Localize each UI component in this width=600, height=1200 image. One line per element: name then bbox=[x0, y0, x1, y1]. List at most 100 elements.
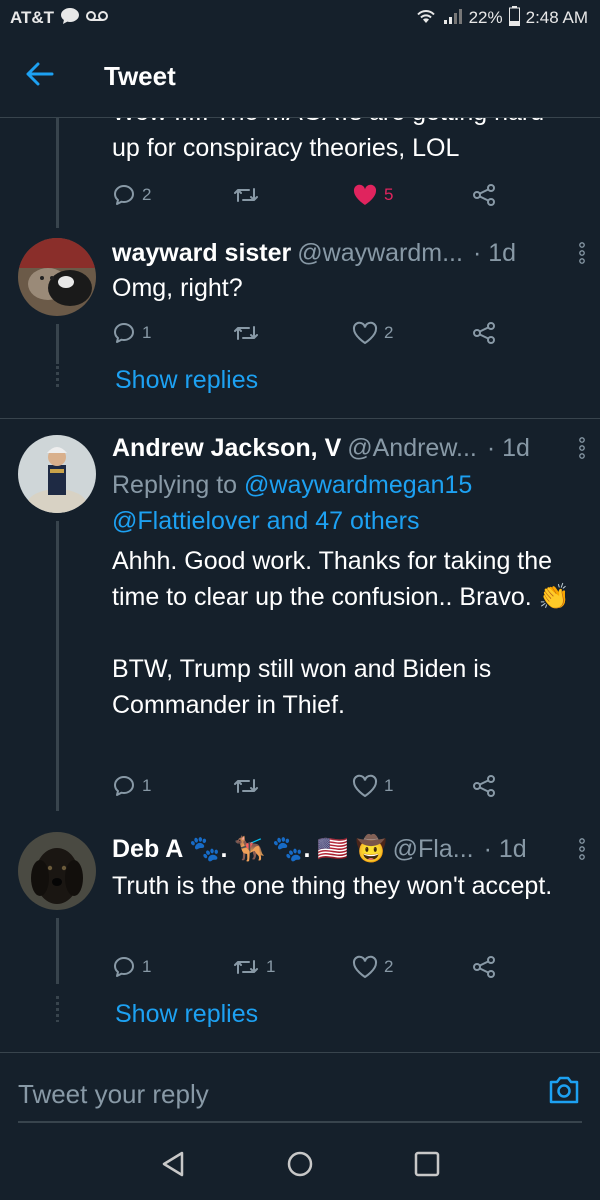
reply-button[interactable]: 1 bbox=[112, 321, 232, 345]
show-replies-link[interactable]: Show replies bbox=[115, 366, 258, 395]
like-count: 2 bbox=[384, 957, 394, 976]
share-icon bbox=[472, 183, 496, 207]
battery-percent: 22% bbox=[468, 8, 503, 27]
reply-icon bbox=[112, 774, 136, 798]
nav-recents-icon[interactable] bbox=[414, 1151, 440, 1182]
reply-input-underline bbox=[18, 1121, 582, 1123]
nav-back-icon[interactable] bbox=[160, 1150, 186, 1183]
retweet-button[interactable] bbox=[232, 774, 352, 798]
timestamp[interactable]: · 1d bbox=[473, 239, 516, 268]
tweet-header: Andrew Jackson, V @Andrew... · 1d bbox=[112, 431, 586, 465]
tweet-actions: 1 2 bbox=[112, 318, 512, 348]
tweet-reply[interactable]: wayward sister @waywardm... · 1d Omg, ri… bbox=[0, 228, 600, 418]
clock: 2:48 AM bbox=[525, 8, 588, 27]
share-button[interactable] bbox=[472, 183, 512, 207]
clipped-tweet[interactable]: Wow ..... The MAGATs are getting hard up… bbox=[0, 118, 600, 228]
retweet-button[interactable]: 1 bbox=[232, 955, 352, 979]
retweet-icon bbox=[232, 183, 260, 207]
back-arrow-icon bbox=[26, 62, 54, 91]
avatar[interactable] bbox=[18, 832, 96, 910]
retweet-icon bbox=[232, 321, 260, 345]
thread-line bbox=[56, 918, 59, 984]
share-icon bbox=[472, 321, 496, 345]
show-replies-link[interactable]: Show replies bbox=[115, 1000, 258, 1029]
tweet-header: wayward sister @waywardm... · 1d bbox=[112, 236, 586, 270]
replying-to-user-link[interactable]: @waywardmegan15 bbox=[244, 471, 472, 499]
system-nav-bar bbox=[0, 1132, 600, 1200]
carrier-label: AT&T bbox=[10, 8, 55, 27]
status-right: 22% 2:48 AM bbox=[415, 5, 588, 31]
timestamp[interactable]: · 1d bbox=[484, 835, 527, 864]
like-count: 2 bbox=[384, 323, 394, 342]
user-handle[interactable]: @waywardm... bbox=[297, 239, 463, 268]
timestamp[interactable]: · 1d bbox=[487, 434, 530, 463]
thread-line bbox=[56, 521, 59, 811]
avatar[interactable] bbox=[18, 238, 96, 316]
replying-to-prefix: Replying to bbox=[112, 471, 245, 499]
battery-icon bbox=[508, 5, 520, 31]
more-vertical-icon[interactable] bbox=[578, 437, 586, 466]
reply-input[interactable] bbox=[18, 1075, 528, 1113]
tweet-actions: 2 5 bbox=[112, 180, 512, 210]
camera-icon bbox=[548, 1076, 580, 1109]
message-icon bbox=[60, 7, 80, 30]
tweet-reply[interactable]: Deb A 🐾. 🐕‍🦺 🐾. 🇺🇸 🤠 @Fla... · 1d Truth … bbox=[0, 812, 600, 1052]
tweet-body-partial-line: Wow ..... The MAGATs are getting hard bbox=[112, 118, 582, 130]
reply-count: 1 bbox=[142, 323, 152, 342]
reply-button[interactable]: 1 bbox=[112, 955, 232, 979]
reply-count: 2 bbox=[142, 185, 152, 204]
avatar[interactable] bbox=[18, 435, 96, 513]
tweet-actions: 1 1 bbox=[112, 771, 512, 801]
display-name[interactable]: Andrew Jackson, V bbox=[112, 434, 341, 463]
share-icon bbox=[472, 955, 496, 979]
reply-icon bbox=[112, 183, 136, 207]
more-vertical-icon[interactable] bbox=[578, 242, 586, 271]
reply-bar bbox=[0, 1052, 600, 1132]
retweet-count: 1 bbox=[266, 957, 276, 976]
thread-line bbox=[56, 324, 59, 364]
tweet-body: Omg, right? bbox=[112, 274, 243, 302]
retweet-button[interactable] bbox=[232, 183, 352, 207]
share-button[interactable] bbox=[472, 774, 512, 798]
reply-button[interactable]: 2 bbox=[112, 183, 232, 207]
reply-count: 1 bbox=[142, 957, 152, 976]
thread-line bbox=[56, 118, 59, 228]
wifi-icon bbox=[415, 7, 437, 30]
replying-to-others-link[interactable]: @Flattielover and 47 others bbox=[112, 507, 419, 535]
voicemail-icon bbox=[86, 8, 109, 28]
like-button[interactable]: 2 bbox=[352, 955, 472, 979]
retweet-icon bbox=[232, 774, 260, 798]
reply-icon bbox=[112, 955, 136, 979]
app-header: Tweet bbox=[0, 36, 600, 118]
heart-icon bbox=[352, 183, 378, 207]
like-count: 5 bbox=[384, 185, 394, 204]
share-icon bbox=[472, 774, 496, 798]
like-button[interactable]: 5 bbox=[352, 183, 472, 207]
nav-home-icon[interactable] bbox=[286, 1150, 314, 1183]
share-button[interactable] bbox=[472, 321, 512, 345]
tweet-reply[interactable]: Andrew Jackson, V @Andrew... · 1d Replyi… bbox=[0, 419, 600, 811]
more-vertical-icon[interactable] bbox=[578, 838, 586, 867]
camera-button[interactable] bbox=[548, 1075, 580, 1110]
display-name[interactable]: Deb A 🐾. 🐕‍🦺 🐾. 🇺🇸 🤠 bbox=[112, 835, 387, 864]
reply-button[interactable]: 1 bbox=[112, 774, 232, 798]
display-name[interactable]: wayward sister bbox=[112, 239, 291, 268]
tweet-body-line: up for conspiracy theories, LOL bbox=[112, 134, 460, 162]
status-bar: AT&T 22% 2:48 AM bbox=[0, 0, 600, 36]
tweet-body: Wow ..... The MAGATs are getting hard up… bbox=[112, 118, 582, 166]
retweet-button[interactable] bbox=[232, 321, 352, 345]
thread-dots bbox=[56, 996, 59, 1022]
user-handle[interactable]: @Andrew... bbox=[347, 434, 477, 463]
like-count: 1 bbox=[384, 776, 394, 795]
thread-dots bbox=[56, 366, 59, 390]
user-handle[interactable]: @Fla... bbox=[393, 835, 474, 864]
signal-icon bbox=[443, 7, 463, 30]
heart-icon bbox=[352, 955, 378, 979]
like-button[interactable]: 1 bbox=[352, 774, 472, 798]
heart-icon bbox=[352, 321, 378, 345]
reply-icon bbox=[112, 321, 136, 345]
share-button[interactable] bbox=[472, 955, 512, 979]
like-button[interactable]: 2 bbox=[352, 321, 472, 345]
back-button[interactable] bbox=[0, 36, 80, 118]
tweet-header: Deb A 🐾. 🐕‍🦺 🐾. 🇺🇸 🤠 @Fla... · 1d bbox=[112, 832, 586, 866]
